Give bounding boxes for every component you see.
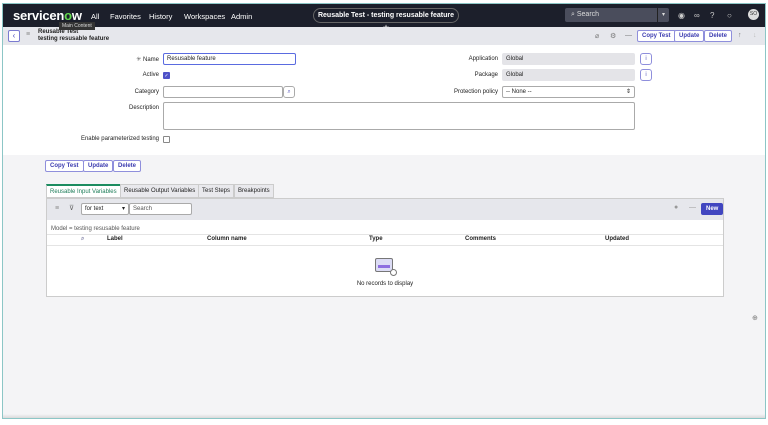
delete-button[interactable]: Delete [704,30,733,42]
bottom-shadow [3,414,765,418]
package-label: Package [474,72,498,78]
search-field-select[interactable]: for text ▾ [81,203,129,215]
more-icon[interactable]: — [625,32,632,39]
context-menu-icon[interactable]: ⊕ [752,314,758,322]
related-list: ≡ ⊽ for text ▾ Search ● — New Model = tes… [46,198,724,297]
bell-icon[interactable]: ○ [727,11,732,20]
record-header: ‹ ≡ Reusable Test testing resusable featu… [3,27,765,45]
search-icon[interactable]: ⌕ [283,86,295,98]
globe-icon[interactable]: ◉ [678,11,685,20]
new-button[interactable]: New [701,203,724,215]
avatar[interactable]: SO [748,9,759,20]
active-label: Active [142,72,159,78]
delete-button-bottom[interactable]: Delete [113,160,142,172]
empty-message: No records to display [356,281,414,287]
filter-icon[interactable]: ⊽ [69,204,74,212]
package-field: Global [502,69,635,81]
activity-icon[interactable]: ⚙ [610,32,616,40]
nav-workspaces[interactable]: Workspaces [184,12,225,21]
collapse-icon[interactable]: — [689,204,696,211]
nav-favorites[interactable]: Favorites [110,12,141,21]
attachment-icon[interactable]: ⌀ [595,32,599,40]
column-comments[interactable]: Comments [465,236,496,242]
column-column-name[interactable]: Column name [207,236,247,242]
chat-icon[interactable]: ∞ [694,11,700,20]
protection-policy-label: Protection policy [453,89,498,95]
menu-icon[interactable]: ≡ [55,205,59,212]
nav-all[interactable]: All [91,12,99,21]
name-label: ✳ Name [136,57,159,63]
enable-parameterized-label: Enable parameterized testing [80,136,159,142]
search-placeholder: Search [576,11,600,18]
copy-test-button-bottom[interactable]: Copy Test [45,160,84,172]
record-title: Reusable Test testing resusable feature [38,29,109,43]
record-form: ✳ Name Resusable feature Active ✓ Catego… [3,45,765,155]
enable-parameterized-checkbox[interactable] [163,136,170,143]
description-label: Description [128,105,159,111]
back-button[interactable]: ‹ [8,30,20,42]
empty-list-icon [375,258,397,276]
name-input[interactable]: Resusable feature [163,53,296,65]
settings-icon[interactable]: ● [674,204,678,211]
record-name: testing resusable feature [38,36,110,42]
nav-admin[interactable]: Admin [231,12,252,21]
list-search-input[interactable]: Search [129,203,192,215]
top-nav: servicenow Main Content All Favorites Hi… [3,4,765,32]
active-checkbox[interactable]: ✓ [163,72,170,79]
table-name: Reusable Test [38,29,79,35]
chevron-down-icon[interactable]: ▾ [657,8,669,22]
tab-reusable-output-variables[interactable]: Reusable Output Variables [120,184,200,198]
application-label: Application [468,56,498,62]
update-button[interactable]: Update [674,30,705,42]
menu-icon[interactable]: ≡ [26,31,30,38]
tooltip: Main Content [59,22,95,30]
chevron-updown-icon: ⇕ [625,89,631,95]
logo-text-end: w [71,8,82,23]
protection-policy-select[interactable]: -- None -- ⇕ [502,86,635,98]
tab-breakpoints[interactable]: Breakpoints [234,184,274,198]
column-type[interactable]: Type [369,236,383,242]
app-window: servicenow Main Content All Favorites Hi… [2,3,766,419]
tab-test-steps[interactable]: Test Steps [198,184,235,198]
help-icon[interactable]: ? [710,11,714,20]
arrow-down-icon[interactable]: ↓ [753,32,757,39]
logo-text-o: o [64,8,72,23]
protection-policy-value: -- None -- [506,89,532,95]
category-label: Category [134,89,159,95]
info-icon[interactable]: i [640,69,652,81]
list-toolbar: ≡ ⊽ for text ▾ Search ● — New [47,199,724,220]
tab-reusable-input-variables[interactable]: Reusable Input Variables [46,184,121,198]
info-icon[interactable]: i [640,53,652,65]
search-icon[interactable]: ⌕ [81,236,84,243]
category-input[interactable] [163,86,283,98]
arrow-up-icon[interactable]: ↑ [738,32,742,39]
column-updated[interactable]: Updated [605,236,629,242]
copy-test-button[interactable]: Copy Test [637,30,676,42]
description-textarea[interactable] [163,102,635,130]
application-field: Global [502,53,635,65]
global-search[interactable]: ⌕ Search ▾ [565,8,669,22]
logo-text: servicen [13,8,65,23]
nav-history[interactable]: History [149,12,172,21]
list-breadcrumb[interactable]: Model = testing resusable feature [51,226,140,232]
column-label[interactable]: Label [107,236,123,242]
record-title-pill[interactable]: Reusable Test - testing resusable featur… [313,8,459,32]
logo[interactable]: servicenow [13,8,82,23]
update-button-bottom[interactable]: Update [83,160,114,172]
